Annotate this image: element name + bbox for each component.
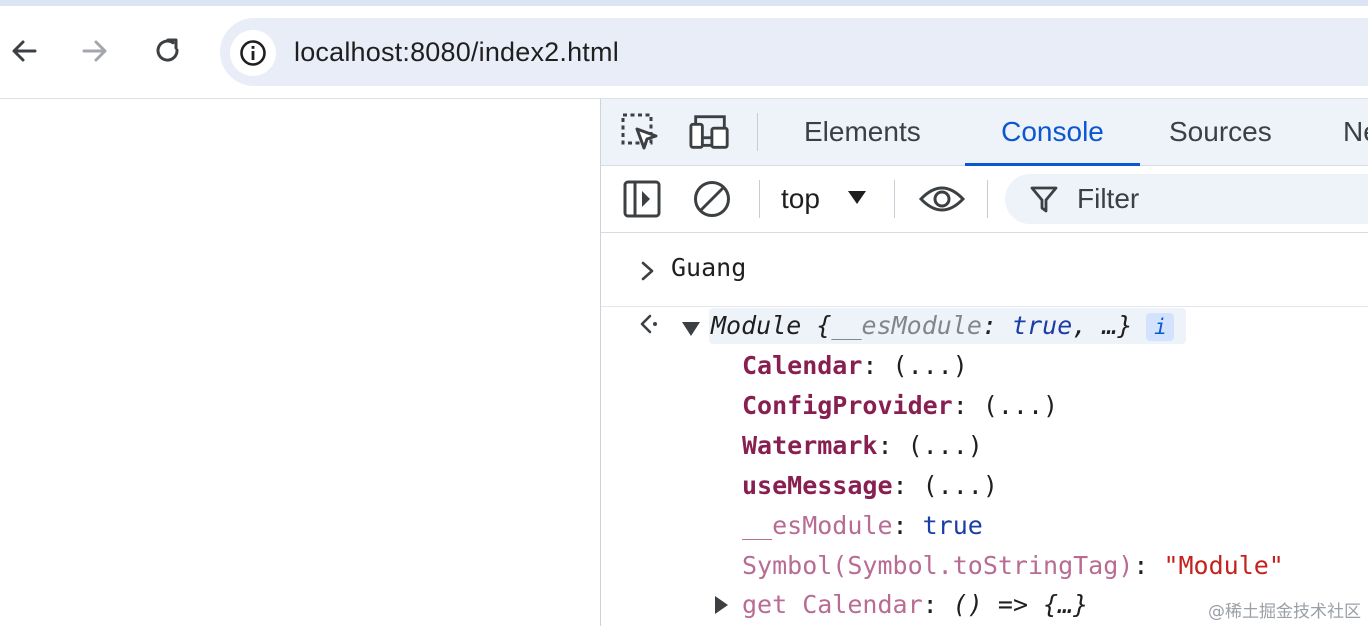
property-row[interactable]: Watermark: (...): [742, 426, 983, 466]
property-value[interactable]: (...): [893, 351, 968, 380]
device-toggle-icon: [689, 115, 729, 149]
devtools-tab-bar: Elements Console Sources Ne: [601, 99, 1368, 166]
live-expression-button[interactable]: [917, 178, 967, 220]
preview-value: true: [1012, 311, 1073, 340]
property-row[interactable]: Calendar: (...): [742, 346, 968, 386]
property-separator: :: [1133, 551, 1164, 580]
property-value[interactable]: (...): [923, 471, 998, 500]
arrow-left-icon: [12, 40, 37, 62]
dropdown-arrow-icon[interactable]: [847, 189, 867, 207]
back-button[interactable]: [6, 33, 42, 69]
property-key: __esModule: [742, 511, 893, 540]
reload-icon: [156, 38, 179, 62]
toolbar-divider: [759, 180, 760, 218]
property-key: useMessage: [742, 471, 893, 500]
forward-button[interactable]: [77, 33, 113, 69]
site-info-button[interactable]: [230, 30, 276, 76]
property-separator: :: [877, 431, 908, 460]
sidebar-toggle-icon: [623, 180, 661, 218]
page-viewport: [0, 99, 600, 626]
preview-colon: :: [981, 311, 1013, 340]
property-value[interactable]: (...): [983, 391, 1058, 420]
eye-icon: [918, 186, 966, 212]
info-icon: [240, 40, 266, 66]
toolbar-divider: [757, 113, 758, 151]
property-separator: :: [862, 351, 893, 380]
property-row[interactable]: __esModule: true: [742, 506, 983, 546]
property-key: Calendar: [742, 351, 863, 380]
property-row[interactable]: Symbol(Symbol.toStringTag): "Module": [742, 546, 1284, 586]
watermark-text: @稀土掘金技术社区: [1208, 602, 1361, 622]
tab-elements[interactable]: Elements: [804, 99, 921, 165]
toolbar-divider: [894, 180, 895, 218]
property-separator: :: [952, 391, 983, 420]
browser-toolbar: localhost:8080/index2.html: [0, 6, 1368, 99]
property-value[interactable]: (...): [908, 431, 983, 460]
console-message-row[interactable]: Guang: [601, 248, 1368, 307]
property-key: Watermark: [742, 431, 878, 460]
tab-sources[interactable]: Sources: [1169, 99, 1272, 165]
property-separator: :: [892, 471, 923, 500]
tab-console[interactable]: Console: [965, 99, 1140, 166]
getter-row[interactable]: get Calendar: () => {…}: [742, 585, 1088, 625]
tab-network[interactable]: Ne: [1343, 99, 1368, 165]
clear-console-button[interactable]: [691, 178, 733, 220]
property-separator: :: [892, 511, 923, 540]
property-key: Symbol(Symbol.toStringTag): [742, 551, 1134, 580]
chevron-right-icon: [641, 261, 654, 281]
address-bar[interactable]: localhost:8080/index2.html: [220, 18, 1368, 86]
property-value: true: [922, 511, 983, 540]
getter-separator: :: [922, 590, 953, 619]
getter-key: get Calendar: [742, 590, 923, 619]
getter-value: () => {…}: [952, 590, 1089, 619]
toolbar-divider: [987, 180, 988, 218]
return-value-icon: [640, 314, 657, 334]
filter-placeholder: Filter: [1077, 183, 1140, 214]
module-summary[interactable]: Module {__esModule: true, …} i: [709, 308, 1187, 344]
object-name: Module: [711, 311, 802, 340]
show-sidebar-button[interactable]: [621, 178, 663, 220]
open-brace: {: [801, 311, 832, 340]
property-key: ConfigProvider: [742, 391, 953, 420]
console-output: Guang Module {__esModule: true, …} i Cale…: [601, 233, 1368, 626]
info-badge[interactable]: i: [1146, 313, 1175, 341]
clear-block-icon: [694, 181, 730, 217]
inspect-element-button[interactable]: [619, 111, 661, 153]
preview-key: __esModule: [831, 311, 982, 340]
expand-triangle-down-icon[interactable]: [681, 320, 701, 338]
inspect-cursor-icon: [621, 113, 658, 150]
context-selector[interactable]: top: [781, 166, 820, 232]
filter-funnel-icon: [1030, 186, 1058, 213]
reload-button[interactable]: [150, 33, 186, 69]
arrow-right-icon: [82, 40, 107, 62]
property-row[interactable]: ConfigProvider: (...): [742, 386, 1058, 426]
expand-triangle-right-icon[interactable]: [713, 595, 729, 615]
devtools-panel: Elements Console Sources Ne top: [600, 99, 1368, 626]
property-value: "Module": [1163, 551, 1284, 580]
log-message-text: Guang: [671, 253, 747, 282]
property-row[interactable]: useMessage: (...): [742, 466, 998, 506]
preview-tail: , …}: [1072, 311, 1133, 340]
device-toolbar-button[interactable]: [689, 111, 731, 153]
filter-input[interactable]: Filter: [1005, 174, 1368, 224]
console-toolbar: top Filter: [601, 166, 1368, 233]
url-text: localhost:8080/index2.html: [294, 37, 619, 67]
